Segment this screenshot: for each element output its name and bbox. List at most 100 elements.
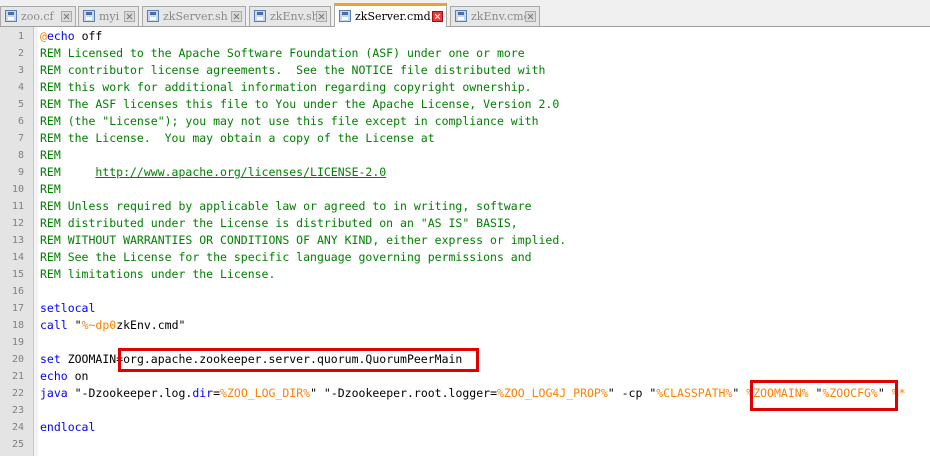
- tab-close-icon[interactable]: [231, 11, 242, 22]
- line-number: 17: [11, 303, 24, 314]
- code-line[interactable]: 12 REM distributed under the License is d…: [0, 215, 930, 232]
- line-number: 6: [17, 116, 24, 127]
- code-line[interactable]: 4 REM this work for additional informatio…: [0, 79, 930, 96]
- tab-close-icon[interactable]: [525, 11, 536, 22]
- line-number: 2: [17, 48, 24, 59]
- code-token: REM distributed under the License is dis…: [40, 216, 518, 230]
- code-line[interactable]: 11 REM Unless required by applicable law …: [0, 198, 930, 215]
- line-number: 5: [17, 99, 24, 110]
- code-token: REM The ASF licenses this file to You un…: [40, 97, 560, 111]
- line-text: REM limitations under the License.: [40, 266, 275, 283]
- file-save-icon: [455, 10, 467, 22]
- code-token: REM limitations under the License.: [40, 267, 276, 281]
- line-number: 15: [11, 269, 24, 280]
- file-save-icon: [83, 10, 95, 22]
- line-text: REM: [40, 181, 61, 198]
- line-text: REM distributed under the License is dis…: [40, 215, 518, 232]
- code-token: ": [732, 386, 747, 400]
- tab-zkenv-sh[interactable]: zkEnv.sh: [249, 6, 331, 26]
- line-number: 8: [17, 150, 24, 161]
- line-number: 24: [11, 422, 24, 433]
- code-token: setlocal: [40, 301, 96, 315]
- tab-zkserver-cmd[interactable]: zkServer.cmd: [334, 3, 447, 27]
- code-line[interactable]: 17 setlocal: [0, 300, 930, 317]
- line-number: 25: [11, 439, 24, 450]
- line-number: 14: [11, 252, 24, 263]
- code-line[interactable]: 16: [0, 283, 930, 300]
- tab-zoo-cfg[interactable]: zoo.cf: [0, 6, 76, 26]
- code-token: %CLASSPATH%: [656, 386, 733, 400]
- code-token: dir: [192, 386, 214, 400]
- code-line[interactable]: 15 REM limitations under the License.: [0, 266, 930, 283]
- tab-close-icon[interactable]: [124, 11, 135, 22]
- file-save-icon: [147, 10, 159, 22]
- tab-label: zkEnv.cmd: [471, 10, 531, 23]
- code-token: REM the License. You may obtain a copy o…: [40, 131, 435, 145]
- code-token: ": [67, 318, 82, 332]
- line-number: 9: [17, 167, 24, 178]
- file-save-icon: [5, 10, 17, 22]
- tab-label: myi: [99, 10, 120, 23]
- code-token: " -cp ": [607, 386, 657, 400]
- line-text: @echo off: [40, 28, 102, 45]
- line-number: 20: [11, 354, 24, 365]
- license-link[interactable]: http://www.apache.org/licenses/LICENSE-2…: [95, 165, 386, 179]
- code-line[interactable]: 1 @echo off: [0, 28, 930, 45]
- tab-myi[interactable]: myi: [78, 6, 139, 26]
- tab-close-icon[interactable]: [316, 11, 327, 22]
- line-text: REM Unless required by applicable law or…: [40, 198, 532, 215]
- tab-close-icon[interactable]: [432, 11, 443, 22]
- code-token: off: [74, 29, 103, 43]
- line-number: 13: [11, 235, 24, 246]
- line-text: REM (the "License"); you may not use thi…: [40, 113, 539, 130]
- code-token: " "-Dzookeeper.root.logger=: [310, 386, 497, 400]
- tab-zkserver-sh[interactable]: zkServer.sh: [142, 6, 246, 26]
- line-text: REM contributor license agreements. See …: [40, 62, 545, 79]
- code-token: REM this work for additional information…: [40, 80, 532, 94]
- code-line[interactable]: 7 REM the License. You may obtain a copy …: [0, 130, 930, 147]
- code-token: %ZOO_LOG_DIR%: [220, 386, 311, 400]
- code-token: REM: [40, 182, 61, 196]
- code-token: set: [40, 352, 61, 366]
- code-line[interactable]: 24 endlocal: [0, 419, 930, 436]
- code-line[interactable]: 14 REM See the License for the specific l…: [0, 249, 930, 266]
- code-line[interactable]: 2 REM Licensed to the Apache Software Fou…: [0, 45, 930, 62]
- code-line[interactable]: 6 REM (the "License"); you may not use th…: [0, 113, 930, 130]
- tab-close-icon[interactable]: [61, 11, 72, 22]
- code-token: REM WITHOUT WARRANTIES OR CONDITIONS OF …: [40, 233, 567, 247]
- tab-label: zkServer.cmd: [355, 10, 431, 23]
- code-token: REM: [40, 148, 61, 162]
- tab-bar: zoo.cf myi zkServer.sh zkEnv.sh zkServer…: [0, 0, 930, 27]
- line-text: echo on: [40, 368, 88, 385]
- highlight-box-args: [750, 380, 898, 411]
- line-number: 12: [11, 218, 24, 229]
- line-text: REM See the License for the specific lan…: [40, 249, 532, 266]
- code-token: echo: [46, 29, 75, 43]
- code-token: REM contributor license agreements. See …: [40, 63, 546, 77]
- line-text: REM The ASF licenses this file to You un…: [40, 96, 559, 113]
- code-line[interactable]: 3 REM contributor license agreements. See…: [0, 62, 930, 79]
- line-number: 19: [11, 337, 24, 348]
- code-line[interactable]: 8 REM: [0, 147, 930, 164]
- tab-zkenv-cmd[interactable]: zkEnv.cmd: [450, 6, 540, 26]
- line-text: REM http://www.apache.org/licenses/LICEN…: [40, 164, 386, 181]
- line-number: 4: [17, 82, 24, 93]
- file-save-icon: [254, 10, 266, 22]
- code-token: endlocal: [40, 420, 96, 434]
- code-token: "-Dzookeeper.log.: [67, 386, 193, 400]
- code-token: =: [213, 386, 221, 400]
- code-line[interactable]: 10 REM: [0, 181, 930, 198]
- code-token: %~dp0: [81, 318, 117, 332]
- code-token: java: [40, 386, 68, 400]
- line-number: 7: [17, 133, 24, 144]
- line-text: call "%~dp0zkEnv.cmd": [40, 317, 185, 334]
- code-line[interactable]: 18 call "%~dp0zkEnv.cmd": [0, 317, 930, 334]
- code-line[interactable]: 9 REM http://www.apache.org/licenses/LICE…: [0, 164, 930, 181]
- code-line[interactable]: 25: [0, 436, 930, 453]
- code-line[interactable]: 5 REM The ASF licenses this file to You u…: [0, 96, 930, 113]
- line-text: REM Licensed to the Apache Software Foun…: [40, 45, 525, 62]
- code-line[interactable]: 13 REM WITHOUT WARRANTIES OR CONDITIONS O…: [0, 232, 930, 249]
- line-number: 16: [11, 286, 24, 297]
- code-token: REM Licensed to the Apache Software Foun…: [40, 46, 525, 60]
- code-token: on: [67, 369, 89, 383]
